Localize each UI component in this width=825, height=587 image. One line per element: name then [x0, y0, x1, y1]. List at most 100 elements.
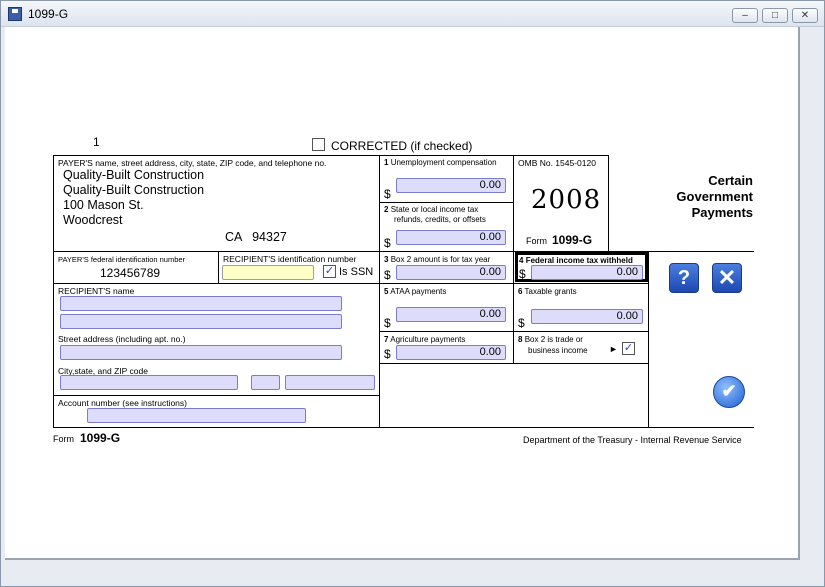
heading-line-2: Government	[676, 189, 753, 204]
box2-label-b: refunds, credits, or offsets	[394, 215, 486, 224]
box8-arrow-icon: ►	[609, 344, 618, 354]
is-ssn-label: Is SSN	[339, 266, 374, 278]
heading-line-3: Payments	[691, 205, 753, 220]
divider-col3	[648, 251, 649, 427]
footer-form-word: Form	[53, 434, 74, 444]
box2-label: 2 State or local income tax	[384, 205, 478, 214]
box3-text: Box 2 amount is for tax year	[390, 255, 491, 264]
box1-text: Unemployment compensation	[390, 158, 497, 167]
box5-ataa-input[interactable]: 0.00	[396, 307, 506, 322]
window-close-button[interactable]: ✕	[792, 8, 818, 23]
city-input[interactable]	[60, 375, 238, 390]
box8-trade-income-checkbox[interactable]: ✓	[622, 342, 635, 355]
box8-label: 8 Box 2 is trade or	[518, 335, 583, 344]
box8-number: 8	[518, 335, 523, 344]
box1-unemployment-input[interactable]: 0.00	[396, 178, 506, 193]
ok-checkmark-button[interactable]: ✔	[713, 376, 745, 408]
window-title: 1099-G	[28, 7, 69, 21]
form-top-border	[53, 155, 608, 156]
box4-federal-tax-input[interactable]: 0.00	[531, 265, 643, 280]
recipient-id-input[interactable]	[222, 265, 314, 280]
divider-row3	[53, 283, 648, 284]
help-button[interactable]: ?	[669, 263, 699, 293]
divider-row4	[379, 331, 648, 332]
account-label: Account number (see instructions)	[58, 398, 187, 408]
box2-text-a: State or local income tax	[390, 205, 479, 214]
box6-taxable-grants-input[interactable]: 0.00	[531, 309, 643, 324]
box8-label-b: business income	[528, 346, 588, 355]
form-client-area: 1 CORRECTED (if checked) PAYER'S name, s…	[5, 27, 800, 560]
divider-row2	[53, 251, 754, 252]
box6-dollar: $	[518, 316, 525, 330]
tax-year: 2008	[531, 185, 602, 215]
box4-text: Federal income tax withheld	[525, 256, 633, 265]
is-ssn-checkbox[interactable]: ✓	[323, 265, 336, 278]
payer-id-value: 123456789	[100, 266, 161, 280]
box4-dollar: $	[519, 267, 526, 281]
box5-label: 5 ATAA payments	[384, 287, 446, 296]
box7-label: 7 Agriculture payments	[384, 335, 465, 344]
box1-number: 1	[384, 158, 389, 167]
box5-number: 5	[384, 287, 389, 296]
zip-input[interactable]	[285, 375, 375, 390]
divider-row5	[379, 363, 648, 364]
street-label: Street address (including apt. no.)	[58, 334, 186, 344]
divider-box1-box2	[379, 202, 513, 203]
box6-number: 6	[518, 287, 523, 296]
box1-label: 1 Unemployment compensation	[384, 158, 497, 167]
box4-label: 4 Federal income tax withheld	[519, 256, 633, 265]
state-input[interactable]	[251, 375, 280, 390]
payer-label: PAYER'S name, street address, city, stat…	[58, 158, 327, 168]
box5-text: ATAA payments	[390, 287, 447, 296]
form-bottom-border	[53, 427, 754, 428]
close-form-button[interactable]: ✕	[712, 263, 742, 293]
box7-dollar: $	[384, 347, 391, 361]
box3-label: 3 Box 2 amount is for tax year	[384, 255, 490, 264]
payer-city: Woodcrest	[63, 213, 123, 227]
recipient-id-label: RECIPIENT'S identification number	[223, 254, 357, 264]
divider-account	[53, 395, 379, 396]
form-word: Form	[526, 236, 547, 246]
form-window: 1099-G – □ ✕ 1 CORRECTED (if checked) PA…	[0, 0, 825, 587]
payer-name-2: Quality-Built Construction	[63, 183, 205, 197]
maximize-button[interactable]: □	[762, 8, 788, 23]
footer-form-name: 1099-G	[80, 431, 121, 445]
corrected-label: CORRECTED (if checked)	[331, 139, 473, 153]
box2-number: 2	[384, 205, 389, 214]
recipient-name-input-1[interactable]	[60, 296, 342, 311]
account-input[interactable]	[87, 408, 306, 423]
form-1099g: 1 CORRECTED (if checked) PAYER'S name, s…	[5, 27, 800, 560]
street-input[interactable]	[60, 345, 342, 360]
divider-payer-recip-id	[218, 251, 219, 283]
app-icon	[8, 7, 22, 21]
box1-dollar: $	[384, 187, 391, 201]
payer-name-1: Quality-Built Construction	[63, 168, 205, 182]
box7-number: 7	[384, 335, 389, 344]
corrected-checkbox[interactable]	[312, 138, 325, 151]
footer-department: Department of the Treasury - Internal Re…	[523, 435, 742, 445]
recipient-name-input-2[interactable]	[60, 314, 342, 329]
omb-number: OMB No. 1545-0120	[518, 158, 596, 168]
box3-tax-year-input[interactable]: 0.00	[396, 265, 506, 280]
payer-street: 100 Mason St.	[63, 198, 144, 212]
minimize-button[interactable]: –	[732, 8, 758, 23]
box8-text-a: Box 2 is trade or	[524, 335, 583, 344]
heading-line-1: Certain	[708, 173, 753, 188]
form-heading: Certain Government Payments	[645, 173, 753, 221]
box7-text: Agriculture payments	[390, 335, 466, 344]
page-number: 1	[93, 135, 100, 149]
box2-dollar: $	[384, 236, 391, 250]
box2-state-refund-input[interactable]: 0.00	[396, 230, 506, 245]
box6-text: Taxable grants	[524, 287, 577, 296]
box5-dollar: $	[384, 316, 391, 330]
box3-dollar: $	[384, 268, 391, 282]
divider-col1	[379, 155, 380, 427]
recipient-name-label: RECIPIENT'S name	[58, 286, 135, 296]
form-left-border	[53, 155, 54, 427]
box6-label: 6 Taxable grants	[518, 287, 577, 296]
payer-state-zip: CA 94327	[225, 230, 287, 244]
form-name: 1099-G	[552, 233, 593, 247]
divider-col3-top	[608, 155, 609, 251]
box7-agriculture-input[interactable]: 0.00	[396, 345, 506, 360]
title-bar: 1099-G – □ ✕	[1, 1, 824, 27]
